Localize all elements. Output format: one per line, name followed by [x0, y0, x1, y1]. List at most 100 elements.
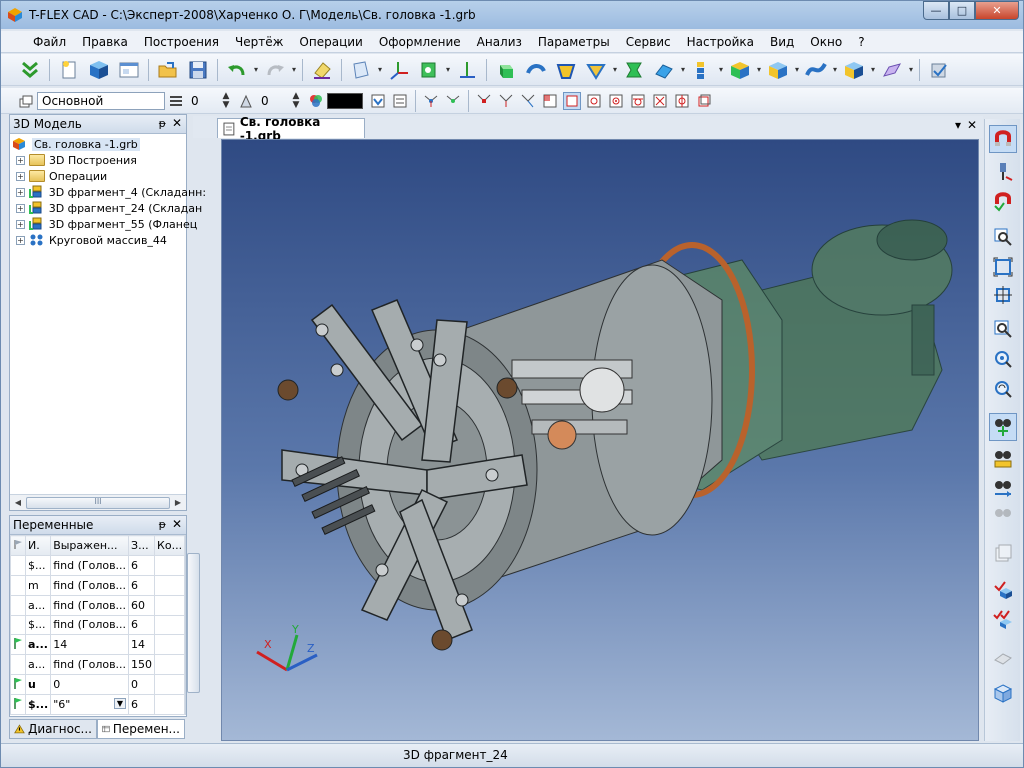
- check-body-icon[interactable]: [989, 575, 1017, 603]
- expand-icon[interactable]: +: [16, 203, 25, 213]
- snap-node-icon[interactable]: [475, 92, 493, 110]
- save-file-icon[interactable]: [185, 57, 211, 83]
- zoom-all-icon[interactable]: [989, 253, 1017, 281]
- zoom-dynamic-icon[interactable]: [989, 375, 1017, 403]
- menu-settings[interactable]: Настройка: [679, 35, 762, 49]
- menu-drawing[interactable]: Чертёж: [227, 35, 291, 49]
- table-row[interactable]: $... find (Голов... 6: [10, 554, 186, 576]
- select-vertices-icon[interactable]: [444, 92, 462, 110]
- chevron-down-icon[interactable]: ▼: [113, 698, 127, 709]
- maximize-button[interactable]: □: [949, 1, 975, 20]
- menu-service[interactable]: Сервис: [618, 35, 679, 49]
- column-header-comment[interactable]: Ко...: [154, 535, 186, 556]
- tree-root[interactable]: Св. головка -1.grb: [12, 136, 184, 152]
- tab-document[interactable]: Св. головка -1.grb: [217, 115, 365, 143]
- menu-view[interactable]: Вид: [762, 35, 802, 49]
- table-row[interactable]: u 0 0: [10, 674, 186, 695]
- tab-diagnostics[interactable]: Диагнос...: [9, 719, 97, 739]
- var-expr-cell[interactable]: "6" ▼: [50, 694, 130, 715]
- new-document-icon[interactable]: [56, 57, 82, 83]
- level-spinner[interactable]: ▲ ▼: [221, 91, 231, 110]
- menu-constructions[interactable]: Построения: [136, 35, 227, 49]
- close-icon[interactable]: ✕: [172, 517, 182, 531]
- snap-intersection-icon[interactable]: [651, 92, 669, 110]
- table-row[interactable]: a... find (Голов... 60: [10, 594, 186, 616]
- expand-icon[interactable]: +: [16, 235, 25, 245]
- level-input[interactable]: 0: [187, 92, 221, 110]
- axis-icon[interactable]: [454, 57, 480, 83]
- snap-end-icon[interactable]: [497, 92, 515, 110]
- expand-icon[interactable]: +: [16, 187, 25, 197]
- new-3d-model-icon[interactable]: [86, 57, 112, 83]
- close-button[interactable]: ✕: [975, 1, 1019, 20]
- menu-operations[interactable]: Операции: [291, 35, 370, 49]
- ribbon-surface-icon[interactable]: [879, 57, 905, 83]
- view-mode-disabled-icon[interactable]: [989, 501, 1017, 529]
- sketch-profile-icon[interactable]: [416, 57, 442, 83]
- view-filter-icon[interactable]: [369, 92, 387, 110]
- sweep-dropdown[interactable]: ▾: [611, 57, 619, 83]
- vars-vertical-scrollbar[interactable]: [185, 535, 201, 715]
- menu-formatting[interactable]: Оформление: [371, 35, 469, 49]
- redo-dropdown[interactable]: ▾: [290, 57, 298, 83]
- close-icon[interactable]: ✕: [172, 116, 182, 130]
- scroll-left-icon[interactable]: ◀: [10, 498, 26, 507]
- expand-icon[interactable]: +: [16, 155, 25, 165]
- menu-file[interactable]: Файл: [25, 35, 74, 49]
- vars-scroll-thumb[interactable]: [187, 553, 201, 693]
- coordinate-system-icon[interactable]: [386, 57, 412, 83]
- shell-icon[interactable]: [765, 57, 791, 83]
- zoom-previous-icon[interactable]: [989, 345, 1017, 373]
- tree-item[interactable]: + Операции: [12, 168, 184, 184]
- workplane-dropdown[interactable]: ▾: [376, 57, 384, 83]
- model-tree-scrollbar[interactable]: ◀ III ▶: [10, 494, 186, 510]
- solid-box-icon[interactable]: [841, 57, 867, 83]
- solid-box-dropdown[interactable]: ▾: [869, 57, 877, 83]
- snap-middle-icon[interactable]: [519, 92, 537, 110]
- shell-dropdown[interactable]: ▾: [793, 57, 801, 83]
- tab-list-dropdown[interactable]: ▾: [955, 118, 961, 132]
- table-row[interactable]: $... find (Голов... 6: [10, 614, 186, 636]
- minimize-button[interactable]: —: [923, 1, 949, 20]
- loft-icon[interactable]: [553, 57, 579, 83]
- tree-item[interactable]: + 3D фрагмент_24 (Складан: [12, 200, 202, 216]
- zoom-window-icon[interactable]: [989, 223, 1017, 251]
- undo-dropdown[interactable]: ▾: [252, 57, 260, 83]
- sweep-icon[interactable]: [583, 57, 609, 83]
- check-model-icon[interactable]: [926, 57, 952, 83]
- workplane-icon[interactable]: [348, 57, 374, 83]
- eraser-icon[interactable]: [309, 57, 335, 83]
- double-chevron-down-icon[interactable]: [17, 57, 43, 83]
- magnet-check-icon[interactable]: [989, 187, 1017, 215]
- column-header-value[interactable]: З...: [128, 535, 156, 556]
- list-filter-icon[interactable]: [391, 92, 409, 110]
- tree-item[interactable]: + Круговой массив_44: [12, 232, 184, 248]
- select-edges-icon[interactable]: [422, 92, 440, 110]
- check-multiple-icon[interactable]: [989, 605, 1017, 633]
- column-header-expression[interactable]: Выражен...: [50, 535, 130, 556]
- scroll-track[interactable]: III: [26, 496, 170, 510]
- copy-view-icon[interactable]: [989, 539, 1017, 567]
- extrude-icon[interactable]: [493, 57, 519, 83]
- table-row[interactable]: $... "6" ▼ 6: [10, 694, 186, 715]
- section-plane-icon[interactable]: [989, 643, 1017, 671]
- snap-tangent-icon[interactable]: [629, 92, 647, 110]
- rotate-body-icon[interactable]: [523, 57, 549, 83]
- color-swatch[interactable]: [327, 92, 363, 109]
- body-ops-icon[interactable]: [727, 57, 753, 83]
- rotate-view-icon[interactable]: [989, 445, 1017, 473]
- pin-icon[interactable]: ᵽ: [159, 117, 166, 130]
- assembly-3d-render[interactable]: X Y Z: [222, 140, 979, 741]
- snap-box-icon[interactable]: [563, 91, 581, 110]
- boolean-icon[interactable]: [621, 57, 647, 83]
- menu-edit[interactable]: Правка: [74, 35, 136, 49]
- snap-center-icon[interactable]: [607, 92, 625, 110]
- menu-analysis[interactable]: Анализ: [469, 35, 530, 49]
- snap-grid-icon[interactable]: [541, 92, 559, 110]
- pin-icon[interactable]: ᵽ: [159, 518, 166, 531]
- zoom-in-icon[interactable]: [989, 315, 1017, 343]
- view-cube-icon[interactable]: [989, 679, 1017, 707]
- array-dropdown[interactable]: ▾: [717, 57, 725, 83]
- zoom-extents-icon[interactable]: [989, 281, 1017, 309]
- orbit-view-icon[interactable]: [989, 475, 1017, 503]
